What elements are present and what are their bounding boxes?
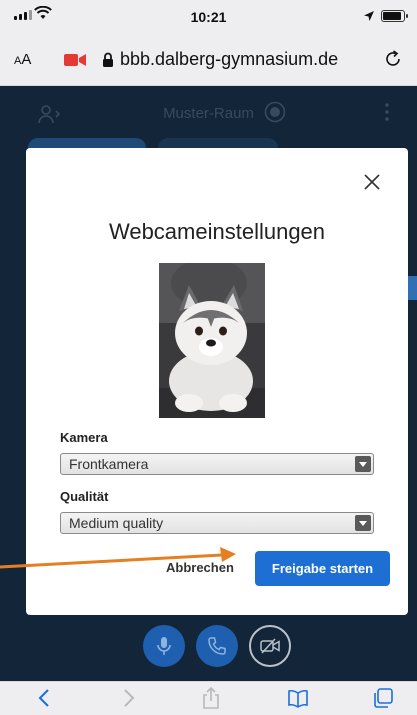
webcam-preview bbox=[159, 263, 265, 418]
book-icon[interactable] bbox=[287, 687, 309, 709]
camera-select-value: Frontkamera bbox=[69, 456, 149, 472]
webcam-settings-modal: Webcameinstellungen Kamera Frontkamera Q… bbox=[26, 148, 408, 615]
reload-icon[interactable] bbox=[383, 49, 403, 69]
more-options-icon[interactable] bbox=[385, 102, 389, 122]
room-name: Muster-Raum bbox=[163, 105, 254, 122]
chevron-down-icon bbox=[355, 456, 371, 472]
call-controls bbox=[0, 625, 417, 681]
battery-level bbox=[383, 12, 401, 20]
audio-button[interactable] bbox=[196, 625, 238, 667]
phone-icon bbox=[208, 637, 226, 655]
microphone-icon bbox=[157, 637, 171, 655]
record-icon[interactable] bbox=[264, 101, 286, 123]
start-sharing-button[interactable]: Freigabe starten bbox=[255, 551, 390, 586]
camera-select[interactable]: Frontkamera bbox=[60, 453, 374, 475]
tabs-icon[interactable] bbox=[372, 687, 394, 709]
camera-label: Kamera bbox=[60, 430, 108, 445]
camera-recording-icon bbox=[64, 54, 86, 66]
chevron-down-icon bbox=[355, 515, 371, 531]
lock-icon bbox=[103, 52, 113, 67]
location-icon bbox=[364, 11, 374, 21]
mic-button[interactable] bbox=[143, 625, 185, 667]
side-indicator bbox=[407, 276, 417, 300]
address-bar: AA bbb.dalberg-gymnasium.de bbox=[0, 34, 417, 86]
share-icon[interactable] bbox=[200, 687, 222, 709]
url-text[interactable]: bbb.dalberg-gymnasium.de bbox=[120, 49, 338, 70]
phone-screen: 10:21 AA bbb.dalberg-gymnasium.de Muster… bbox=[0, 0, 417, 715]
text-size-button[interactable]: AA bbox=[14, 51, 31, 68]
quality-select-value: Medium quality bbox=[69, 515, 164, 531]
battery-icon bbox=[381, 10, 408, 22]
camera-off-icon bbox=[260, 638, 280, 654]
status-time: 10:21 bbox=[190, 9, 227, 25]
browser-toolbar bbox=[0, 681, 417, 715]
close-icon[interactable] bbox=[362, 172, 382, 192]
quality-label: Qualität bbox=[60, 489, 109, 504]
camera-button[interactable] bbox=[249, 625, 291, 667]
chevron-left-icon[interactable] bbox=[34, 687, 56, 709]
modal-title: Webcameinstellungen bbox=[108, 219, 326, 244]
cancel-button[interactable]: Abbrechen bbox=[166, 560, 234, 575]
plush-husky-image bbox=[159, 263, 265, 418]
quality-select[interactable]: Medium quality bbox=[60, 512, 374, 534]
room-header: Muster-Raum bbox=[0, 86, 417, 142]
chevron-right-icon[interactable] bbox=[117, 687, 139, 709]
status-bar: 10:21 bbox=[0, 0, 417, 34]
